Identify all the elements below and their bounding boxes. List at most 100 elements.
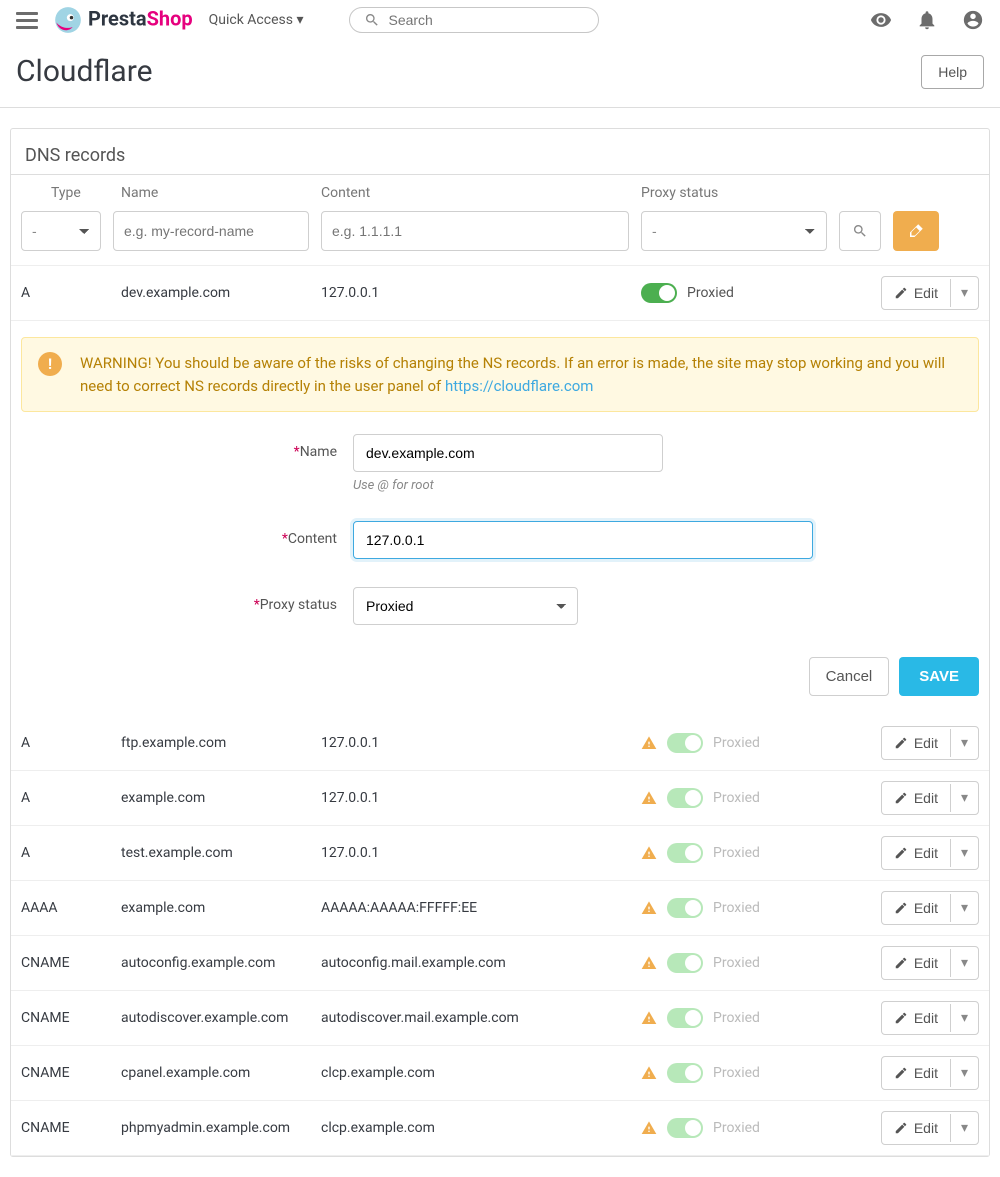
chevron-down-icon[interactable]: ▾ <box>951 837 978 869</box>
chevron-down-icon[interactable]: ▾ <box>951 892 978 924</box>
table-row: A test.example.com 127.0.0.1 Proxied Edi… <box>11 826 989 881</box>
proxy-toggle[interactable] <box>667 898 703 918</box>
filter-content-input[interactable] <box>321 211 629 251</box>
column-proxy: Proxy status <box>631 185 841 201</box>
global-search[interactable] <box>349 7 599 33</box>
proxy-label: Proxied <box>713 735 760 751</box>
label-content: Content <box>288 531 337 547</box>
chevron-down-icon[interactable]: ▾ <box>951 1002 978 1034</box>
proxy-label: Proxied <box>713 1065 760 1081</box>
cell-name: autodiscover.example.com <box>121 1010 321 1026</box>
column-name: Name <box>111 185 311 201</box>
cell-name: example.com <box>121 790 321 806</box>
pencil-icon <box>894 1011 908 1025</box>
cell-type: A <box>21 845 121 861</box>
proxy-toggle[interactable] <box>667 953 703 973</box>
filter-search-button[interactable] <box>839 211 881 251</box>
cell-content: clcp.example.com <box>321 1065 641 1081</box>
chevron-down-icon[interactable]: ▾ <box>951 782 978 814</box>
cloudflare-link[interactable]: https://cloudflare.com <box>445 377 593 395</box>
proxy-toggle[interactable] <box>667 1118 703 1138</box>
menu-toggle[interactable] <box>16 12 38 29</box>
cell-content: 127.0.0.1 <box>321 285 641 301</box>
table-row: AAAA example.com AAAAA:AAAAA:FFFFF:EE Pr… <box>11 881 989 936</box>
warning-icon <box>641 1010 657 1026</box>
panel-title: DNS records <box>11 129 989 175</box>
warning-icon <box>641 845 657 861</box>
row-edit-button[interactable]: Edit ▾ <box>881 946 979 980</box>
proxy-toggle[interactable] <box>667 1063 703 1083</box>
cell-name: autoconfig.example.com <box>121 955 321 971</box>
chevron-down-icon[interactable]: ▾ <box>951 277 978 309</box>
proxy-toggle[interactable] <box>667 733 703 753</box>
cell-type: CNAME <box>21 1120 121 1136</box>
table-row-editing: A dev.example.com 127.0.0.1 Proxied Edit… <box>11 266 989 321</box>
warning-alert: ! WARNING! You should be aware of the ri… <box>21 337 979 412</box>
save-button[interactable]: SAVE <box>899 657 979 696</box>
pencil-icon <box>894 736 908 750</box>
chevron-down-icon[interactable]: ▾ <box>951 727 978 759</box>
proxy-label: Proxied <box>713 845 760 861</box>
warning-icon <box>641 735 657 751</box>
chevron-down-icon[interactable]: ▾ <box>951 1112 978 1144</box>
eraser-icon <box>907 222 925 240</box>
quick-access-menu[interactable]: Quick Access ▾ <box>209 12 304 28</box>
form-content-input[interactable] <box>353 521 813 559</box>
pencil-icon <box>894 286 908 300</box>
notification-icon[interactable] <box>916 9 938 31</box>
prestashop-bird-icon <box>54 6 82 34</box>
proxy-label: Proxied <box>713 900 760 916</box>
filter-reset-button[interactable] <box>893 211 939 251</box>
cell-type: AAAA <box>21 900 121 916</box>
filter-name-input[interactable] <box>113 211 309 251</box>
page-title: Cloudflare <box>16 54 153 89</box>
cell-name: ftp.example.com <box>121 735 321 751</box>
account-icon[interactable] <box>962 9 984 31</box>
row-edit-button[interactable]: Edit ▾ <box>881 276 979 310</box>
pencil-icon <box>894 956 908 970</box>
chevron-down-icon: ▾ <box>296 12 303 28</box>
pencil-icon <box>894 1066 908 1080</box>
proxy-toggle[interactable] <box>667 788 703 808</box>
row-edit-button[interactable]: Edit ▾ <box>881 1001 979 1035</box>
row-edit-button[interactable]: Edit ▾ <box>881 891 979 925</box>
column-content: Content <box>311 185 631 201</box>
row-edit-button[interactable]: Edit ▾ <box>881 1056 979 1090</box>
warning-icon <box>641 1120 657 1136</box>
row-edit-button[interactable]: Edit ▾ <box>881 836 979 870</box>
cell-content: clcp.example.com <box>321 1120 641 1136</box>
table-row: CNAME autodiscover.example.com autodisco… <box>11 991 989 1046</box>
filter-proxy-select[interactable]: - <box>641 211 827 251</box>
label-name: Name <box>300 444 337 460</box>
help-button[interactable]: Help <box>921 55 984 89</box>
filter-type-select[interactable]: - <box>21 211 101 251</box>
cell-type: CNAME <box>21 1065 121 1081</box>
cell-type: CNAME <box>21 1010 121 1026</box>
cell-name: cpanel.example.com <box>121 1065 321 1081</box>
cell-type: CNAME <box>21 955 121 971</box>
cell-content: 127.0.0.1 <box>321 790 641 806</box>
row-edit-button[interactable]: Edit ▾ <box>881 781 979 815</box>
table-row: CNAME phpmyadmin.example.com clcp.exampl… <box>11 1101 989 1156</box>
chevron-down-icon[interactable]: ▾ <box>951 1057 978 1089</box>
cancel-button[interactable]: Cancel <box>809 657 890 696</box>
search-icon <box>364 12 380 28</box>
proxy-label: Proxied <box>713 1010 760 1026</box>
proxy-toggle[interactable] <box>641 283 677 303</box>
chevron-down-icon[interactable]: ▾ <box>951 947 978 979</box>
form-name-input[interactable] <box>353 434 663 472</box>
form-proxy-select[interactable]: Proxied <box>353 587 578 625</box>
row-edit-button[interactable]: Edit ▾ <box>881 1111 979 1145</box>
warning-icon <box>641 1065 657 1081</box>
proxy-label: Proxied <box>713 955 760 971</box>
search-input[interactable] <box>388 12 584 28</box>
warning-icon: ! <box>38 352 62 376</box>
form-name-hint: Use @ for root <box>353 478 663 493</box>
row-edit-button[interactable]: Edit ▾ <box>881 726 979 760</box>
visibility-icon[interactable] <box>870 9 892 31</box>
pencil-icon <box>894 791 908 805</box>
cell-content: autodiscover.mail.example.com <box>321 1010 641 1026</box>
proxy-toggle[interactable] <box>667 1008 703 1028</box>
proxy-toggle[interactable] <box>667 843 703 863</box>
pencil-icon <box>894 1121 908 1135</box>
